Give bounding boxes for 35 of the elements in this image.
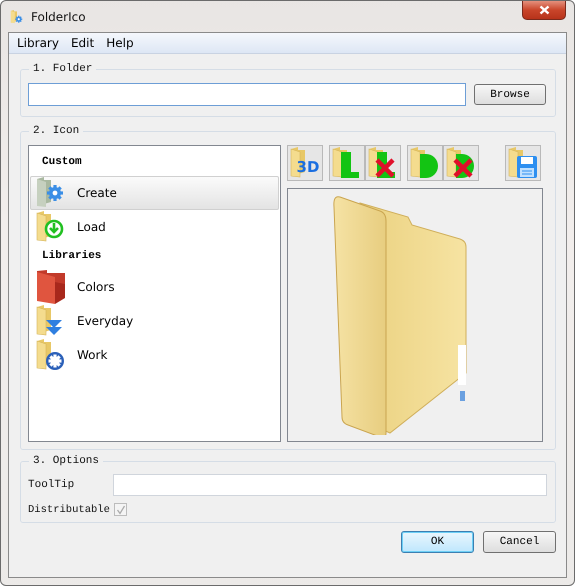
folder-round-icon (409, 146, 441, 180)
section-heading: Custom (41, 155, 83, 170)
cancel-button[interactable]: Cancel (483, 531, 556, 553)
list-item[interactable]: Create (30, 176, 279, 210)
folder-icon (35, 270, 67, 304)
list-item[interactable]: Load (30, 210, 279, 244)
window-title: FolderIco (31, 10, 86, 24)
close-button[interactable] (522, 1, 566, 20)
toolbar-button[interactable] (329, 145, 365, 181)
tooltip-field[interactable] (113, 474, 547, 496)
ok-button[interactable]: OK (401, 531, 474, 553)
menu-item[interactable]: Edit (64, 36, 100, 50)
browse-button[interactable]: Browse (474, 84, 546, 105)
close-icon (538, 5, 550, 15)
toolbar-button[interactable] (505, 145, 541, 181)
menu-item[interactable]: Help (100, 36, 140, 50)
toolbar-button[interactable] (443, 145, 479, 181)
app-icon (10, 8, 24, 24)
list-item[interactable]: Everyday (30, 304, 279, 338)
list-item[interactable]: Work (30, 338, 279, 372)
group-title: 1. Folder (32, 63, 94, 75)
toolbar-button[interactable] (365, 145, 401, 181)
list-item[interactable]: Colors (30, 270, 279, 304)
section-heading: Libraries (41, 249, 102, 264)
toolbar-button[interactable] (407, 145, 443, 181)
folder-save-icon (507, 146, 539, 180)
checkmark-icon (116, 504, 126, 514)
folder-round-delete-icon (445, 146, 477, 180)
checkbox-label: Distributable (28, 504, 111, 516)
field-label: ToolTip (28, 479, 76, 491)
group-title: 2. Icon (32, 125, 80, 137)
group-title: 3. Options (32, 455, 100, 467)
menu-item[interactable]: Library (11, 36, 65, 50)
folder-path-field[interactable] (28, 83, 466, 106)
folder-gear-icon (35, 338, 67, 372)
